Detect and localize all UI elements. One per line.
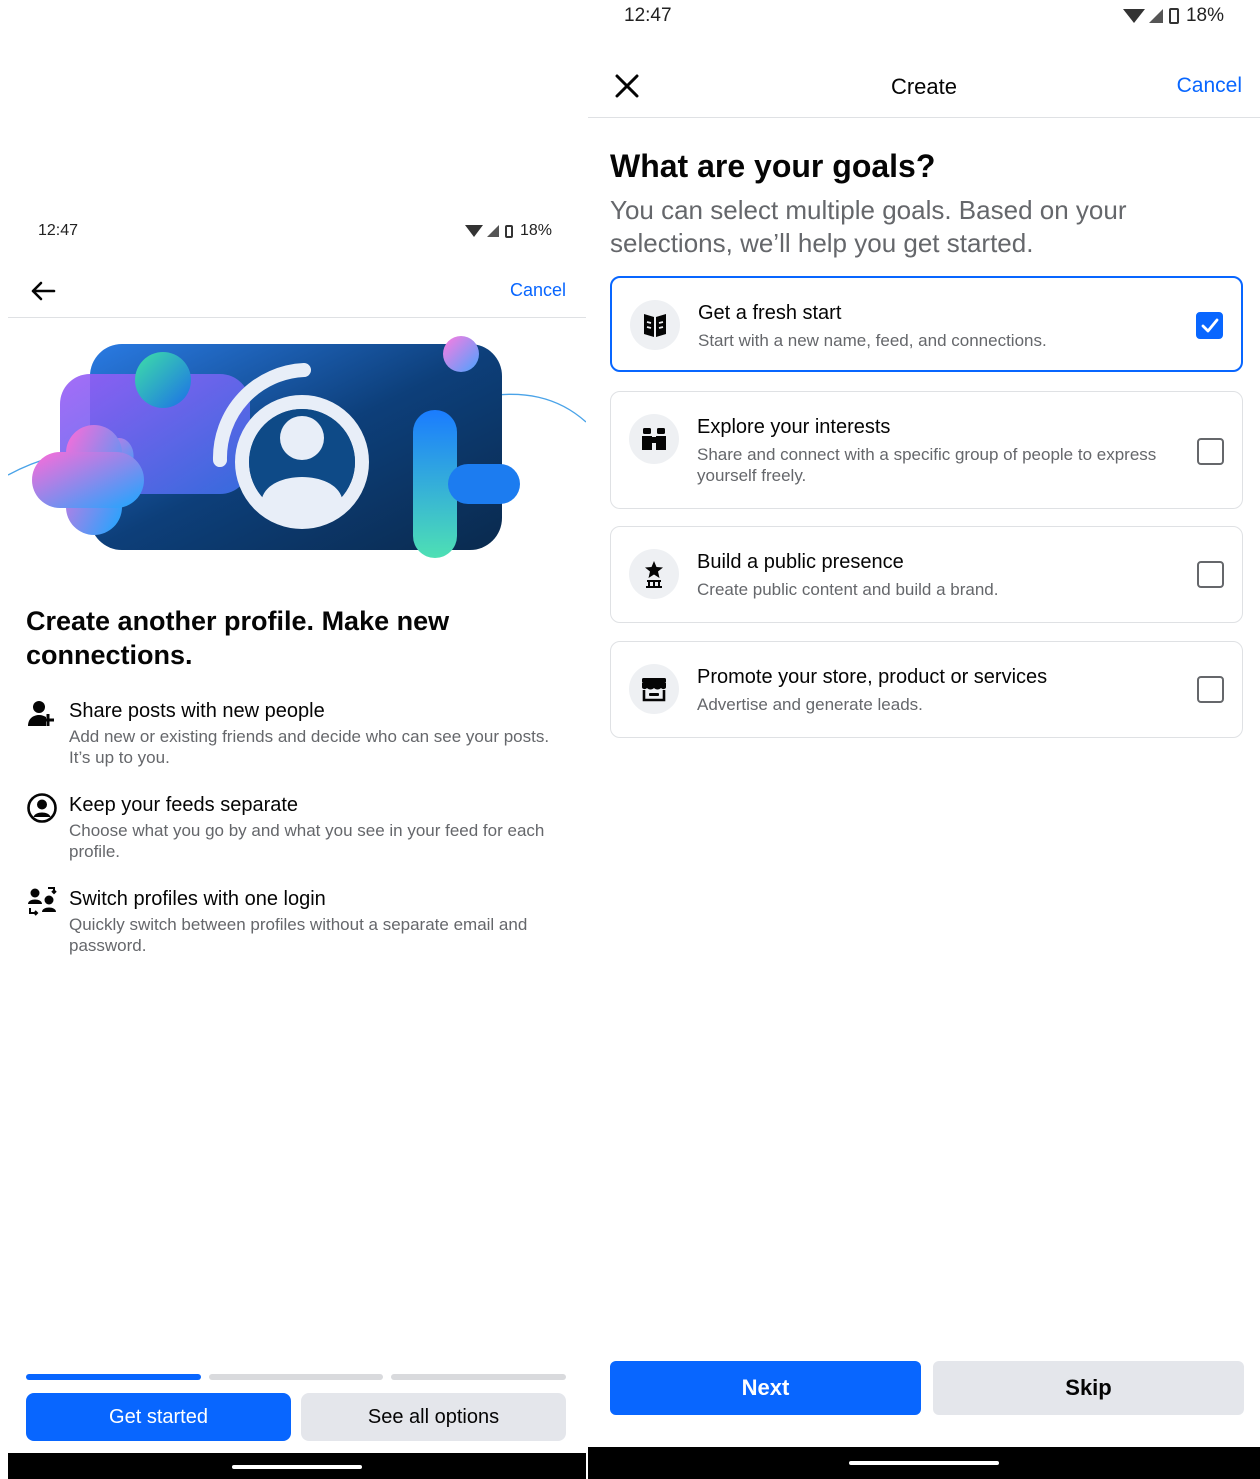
hero-illustration <box>8 336 586 558</box>
storefront-icon <box>642 678 666 702</box>
get-started-button[interactable]: Get started <box>26 1393 291 1441</box>
goal-option-fresh-start[interactable]: Get a fresh start Start with a new name,… <box>610 276 1243 372</box>
page-title: Create <box>890 74 958 99</box>
switch-profiles-icon <box>28 887 57 916</box>
feature-description: Quickly switch between profiles without … <box>69 915 528 955</box>
goal-title: Promote your store, product or services <box>697 666 1048 688</box>
skip-button[interactable]: Skip <box>933 1361 1244 1415</box>
home-gesture-handle[interactable] <box>849 1461 999 1465</box>
checkmark-icon <box>1201 318 1219 333</box>
profile-circle-icon <box>27 793 57 823</box>
see-all-options-button[interactable]: See all options <box>301 1393 566 1441</box>
icon-badge <box>630 300 680 350</box>
icon-badge <box>629 664 679 714</box>
right-action-bar: Next Skip <box>610 1361 1244 1415</box>
goal-checkbox[interactable] <box>1197 561 1224 588</box>
cellular-signal-icon <box>1148 9 1163 23</box>
progress-step-1 <box>26 1374 201 1380</box>
feature-item-share-posts: Share posts with new people Add new or e… <box>26 698 571 768</box>
status-icons: 18% <box>464 222 552 240</box>
goal-option-explore-interests[interactable]: Explore your interests Share and connect… <box>610 391 1243 509</box>
cancel-link[interactable]: Cancel <box>1177 74 1242 98</box>
wifi-icon <box>464 225 483 237</box>
goals-subheading: You can select multiple goals. Based on … <box>610 195 1127 258</box>
cancel-link[interactable]: Cancel <box>510 280 566 301</box>
wifi-icon <box>1122 9 1145 23</box>
status-bar: 12:47 18% <box>624 2 1224 30</box>
page-title: Create another profile. Make new connect… <box>26 606 450 670</box>
cellular-signal-icon <box>486 225 499 237</box>
system-nav-bar <box>588 1447 1260 1479</box>
star-podium-icon <box>645 561 663 588</box>
back-arrow-icon[interactable] <box>28 276 58 306</box>
status-bar: 12:47 18% <box>38 218 552 244</box>
feature-description: Add new or existing friends and decide w… <box>69 727 550 767</box>
goal-checkbox[interactable] <box>1197 438 1224 465</box>
goal-description: Create public content and build a brand. <box>697 580 999 599</box>
battery-icon <box>1168 8 1179 24</box>
feature-title: Switch profiles with one login <box>69 888 326 910</box>
next-button[interactable]: Next <box>610 1361 921 1415</box>
progress-step-2 <box>208 1374 384 1380</box>
step-progress <box>26 1374 567 1380</box>
feature-description: Choose what you go by and what you see i… <box>69 821 545 861</box>
goals-heading: What are your goals? <box>610 148 936 184</box>
left-screen: 12:47 18% Cancel Create another profile.… <box>0 0 588 1479</box>
feature-title: Keep your feeds separate <box>69 794 299 816</box>
status-time: 12:47 <box>38 222 79 239</box>
goal-description: Start with a new name, feed, and connect… <box>698 331 1047 350</box>
goal-checkbox[interactable] <box>1196 312 1223 339</box>
right-screen: 12:47 18% Create Cancel What are your go… <box>588 0 1260 1479</box>
goal-checkbox[interactable] <box>1197 676 1224 703</box>
fresh-start-icon <box>644 314 666 337</box>
battery-percent: 18% <box>519 222 552 239</box>
goal-description: Advertise and generate leads. <box>697 695 923 714</box>
goal-title: Build a public presence <box>697 551 904 573</box>
goal-option-public-presence[interactable]: Build a public presence Create public co… <box>610 526 1243 623</box>
icon-badge <box>629 549 679 599</box>
left-action-bar: Get started See all options <box>26 1393 566 1441</box>
goal-option-promote-store[interactable]: Promote your store, product or services … <box>610 641 1243 738</box>
feature-item-separate-feeds: Keep your feeds separate Choose what you… <box>26 792 571 862</box>
system-nav-bar <box>8 1453 586 1479</box>
goal-description: Share and connect with a specific group … <box>697 445 1157 485</box>
battery-icon <box>504 224 513 238</box>
status-time: 12:47 <box>624 5 672 26</box>
top-bar: Cancel <box>8 266 586 318</box>
progress-step-3 <box>391 1374 567 1380</box>
status-icons: 18% <box>1122 5 1224 27</box>
add-person-icon <box>28 701 54 726</box>
icon-badge <box>629 414 679 464</box>
home-gesture-handle[interactable] <box>232 1465 362 1469</box>
goal-title: Get a fresh start <box>698 302 842 324</box>
feature-title: Share posts with new people <box>69 700 325 722</box>
binoculars-icon <box>642 428 666 450</box>
feature-item-switch-profiles: Switch profiles with one login Quickly s… <box>26 886 571 956</box>
battery-percent: 18% <box>1185 5 1224 26</box>
top-bar: Create Cancel <box>588 56 1260 118</box>
goal-title: Explore your interests <box>697 416 891 438</box>
